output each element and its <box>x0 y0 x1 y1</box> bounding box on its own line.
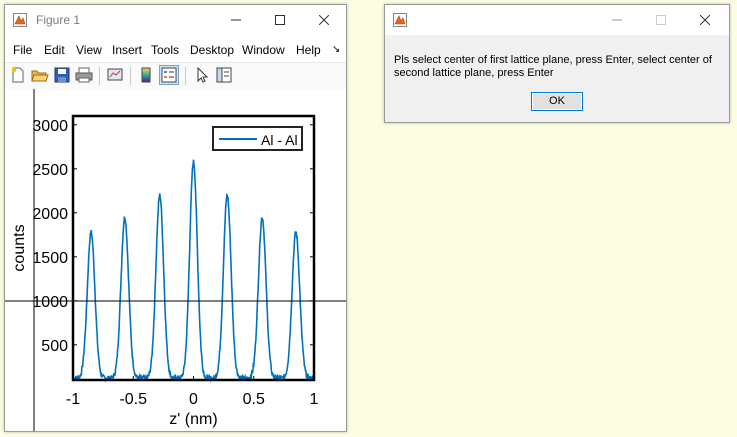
maximize-icon <box>275 15 285 25</box>
menu-help[interactable]: Help <box>296 43 321 57</box>
close-button[interactable] <box>302 5 346 35</box>
x-tick-label: 0 <box>189 391 198 408</box>
save-icon[interactable] <box>53 66 71 84</box>
maximize-icon <box>656 15 666 25</box>
y-axis-label: counts <box>11 224 28 271</box>
x-tick-label: 0.5 <box>243 391 265 408</box>
dialog-message: Pls select center of first lattice plane… <box>394 54 712 79</box>
x-tick-label: -0.5 <box>119 391 147 408</box>
dialog-titlebar[interactable] <box>385 5 729 35</box>
y-tick-label: 2500 <box>32 162 68 179</box>
menu-edit[interactable]: Edit <box>44 43 65 57</box>
matlab-icon <box>393 13 407 27</box>
y-tick-label: 1500 <box>32 250 68 267</box>
y-tick-label: 1000 <box>32 294 68 311</box>
x-tick-label: 1 <box>310 391 319 408</box>
link-plot-icon[interactable] <box>106 66 124 84</box>
property-inspector-icon[interactable] <box>215 66 233 84</box>
figure-toolbar <box>5 62 346 90</box>
close-icon <box>318 14 330 26</box>
menu-window[interactable]: Window <box>242 43 285 57</box>
y-tick-label: 3000 <box>32 118 68 135</box>
matlab-icon <box>13 13 27 27</box>
menu-tools[interactable]: Tools <box>151 43 179 57</box>
menu-bar: File Edit View Insert Tools Desktop Wind… <box>5 39 346 61</box>
toolbar-separator <box>185 67 186 85</box>
maximize-button <box>639 5 683 35</box>
menu-view[interactable]: View <box>76 43 102 57</box>
y-tick-label: 500 <box>41 338 68 355</box>
menu-overflow-icon[interactable]: ↘ <box>332 44 340 55</box>
menu-insert[interactable]: Insert <box>112 43 142 57</box>
print-icon[interactable] <box>75 66 93 84</box>
maximize-button[interactable] <box>258 5 302 35</box>
new-figure-icon[interactable] <box>9 66 27 84</box>
axes-box <box>71 114 316 382</box>
legend-icon[interactable] <box>159 65 179 85</box>
y-tick-label: 2000 <box>32 206 68 223</box>
line-chart[interactable]: 500 1000 1500 2000 2500 3000 -1 -0.5 0 0.5 1 z' (nm… <box>5 89 346 431</box>
x-axis-label: z' (nm) <box>169 411 217 428</box>
message-dialog: Pls select center of first lattice plane… <box>384 4 730 123</box>
minimize-icon <box>612 19 622 21</box>
open-file-icon[interactable] <box>31 66 49 84</box>
close-button[interactable] <box>683 5 727 35</box>
minimize-button[interactable] <box>214 5 258 35</box>
colorbar-icon[interactable] <box>137 66 155 84</box>
x-tick-label: -1 <box>66 391 80 408</box>
menu-desktop[interactable]: Desktop <box>190 43 234 57</box>
plot-area[interactable]: 500 1000 1500 2000 2500 3000 -1 -0.5 0 0.5 1 z' (nm… <box>5 89 346 431</box>
figure-title: Figure 1 <box>36 13 81 27</box>
close-icon <box>699 14 711 26</box>
figure-window: Figure 1 File Edit View Insert Tools Des… <box>4 4 347 432</box>
series-line-al-al <box>72 159 315 383</box>
ok-button[interactable]: OK <box>531 92 583 111</box>
toolbar-separator <box>130 67 131 85</box>
minimize-icon <box>231 19 241 21</box>
legend-label: Al - Al <box>261 132 298 148</box>
toolbar-separator <box>99 67 100 85</box>
menu-file[interactable]: File <box>13 43 32 57</box>
minimize-button[interactable] <box>595 5 639 35</box>
pointer-icon[interactable] <box>193 66 211 84</box>
figure-titlebar[interactable]: Figure 1 <box>5 5 346 35</box>
